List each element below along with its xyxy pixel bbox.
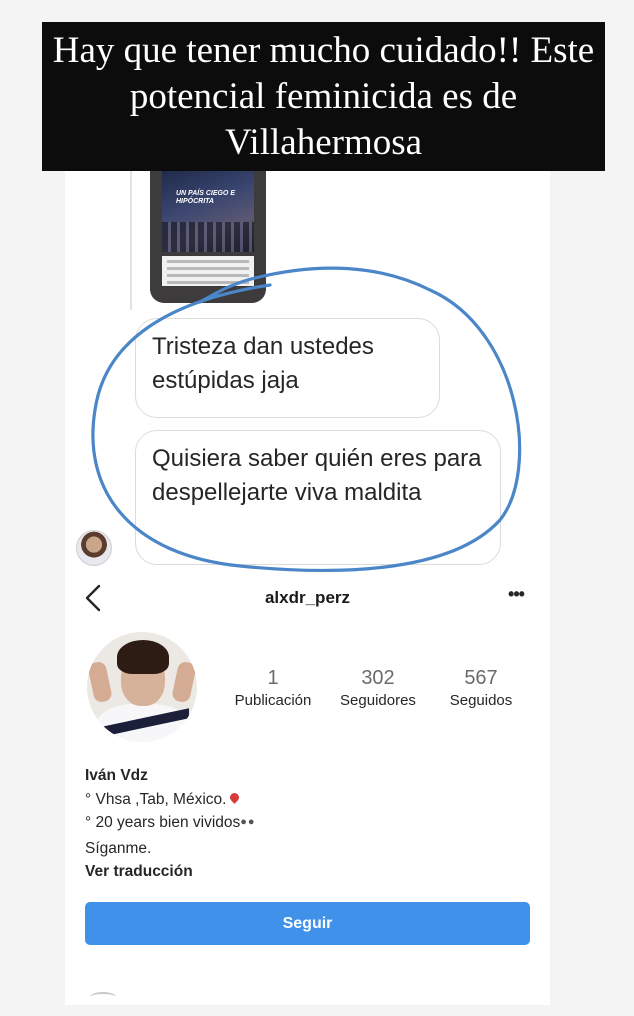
cropped-bottom-element <box>90 992 116 1002</box>
shared-story-thumbnail[interactable]: UN PAÍS CIEGO E HIPÓCRITA <box>150 160 266 303</box>
story-image <box>162 170 254 252</box>
bio-age-text: ° 20 years bien vividos <box>85 814 241 831</box>
posts-count: 1 <box>267 667 279 689</box>
bio-location-text: ° Vhsa ,Tab, México. <box>85 790 227 808</box>
follow-button[interactable]: Seguir <box>85 902 530 945</box>
followers-stat[interactable]: 302 Seguidores <box>328 666 428 712</box>
followers-count: 302 <box>361 667 395 689</box>
following-count: 567 <box>464 667 498 689</box>
posts-stat[interactable]: 1 Publicación <box>220 666 326 712</box>
more-options-icon[interactable]: ••• <box>501 584 531 608</box>
story-title: UN PAÍS CIEGO E HIPÓCRITA <box>176 190 235 205</box>
bio-follow-line: Síganme. <box>85 839 152 857</box>
bio-display-name: Iván Vdz <box>85 767 148 784</box>
bio-age-line: ° 20 years bien vividos●● <box>85 811 505 837</box>
location-pin-icon <box>228 790 242 804</box>
sender-avatar[interactable] <box>76 530 112 566</box>
profile-username: alxdr_perz <box>264 588 351 607</box>
bio-location-line: ° Vhsa ,Tab, México. <box>85 788 505 812</box>
message-bubble: Quisiera saber quién eres para despellej… <box>135 430 501 565</box>
following-label: Seguidos <box>449 692 513 709</box>
following-stat[interactable]: 567 Seguidos <box>434 666 528 712</box>
thread-divider <box>130 160 132 310</box>
see-translation-link[interactable]: Ver traducción <box>85 860 505 884</box>
profile-bio: Iván Vdz ° Vhsa ,Tab, México. ° 20 years… <box>85 764 505 884</box>
profile-header: alxdr_perz ••• <box>65 580 550 620</box>
story-caption: Hay que tener mucho cuidado!! Este poten… <box>42 22 605 171</box>
eyes-icon: ●● <box>240 816 256 828</box>
message-bubble: Tristeza dan ustedes estúpidas jaja <box>135 318 440 418</box>
posts-label: Publicación <box>234 692 312 709</box>
story-text-block <box>162 256 254 286</box>
profile-avatar[interactable] <box>87 632 197 742</box>
followers-label: Seguidores <box>340 692 416 709</box>
